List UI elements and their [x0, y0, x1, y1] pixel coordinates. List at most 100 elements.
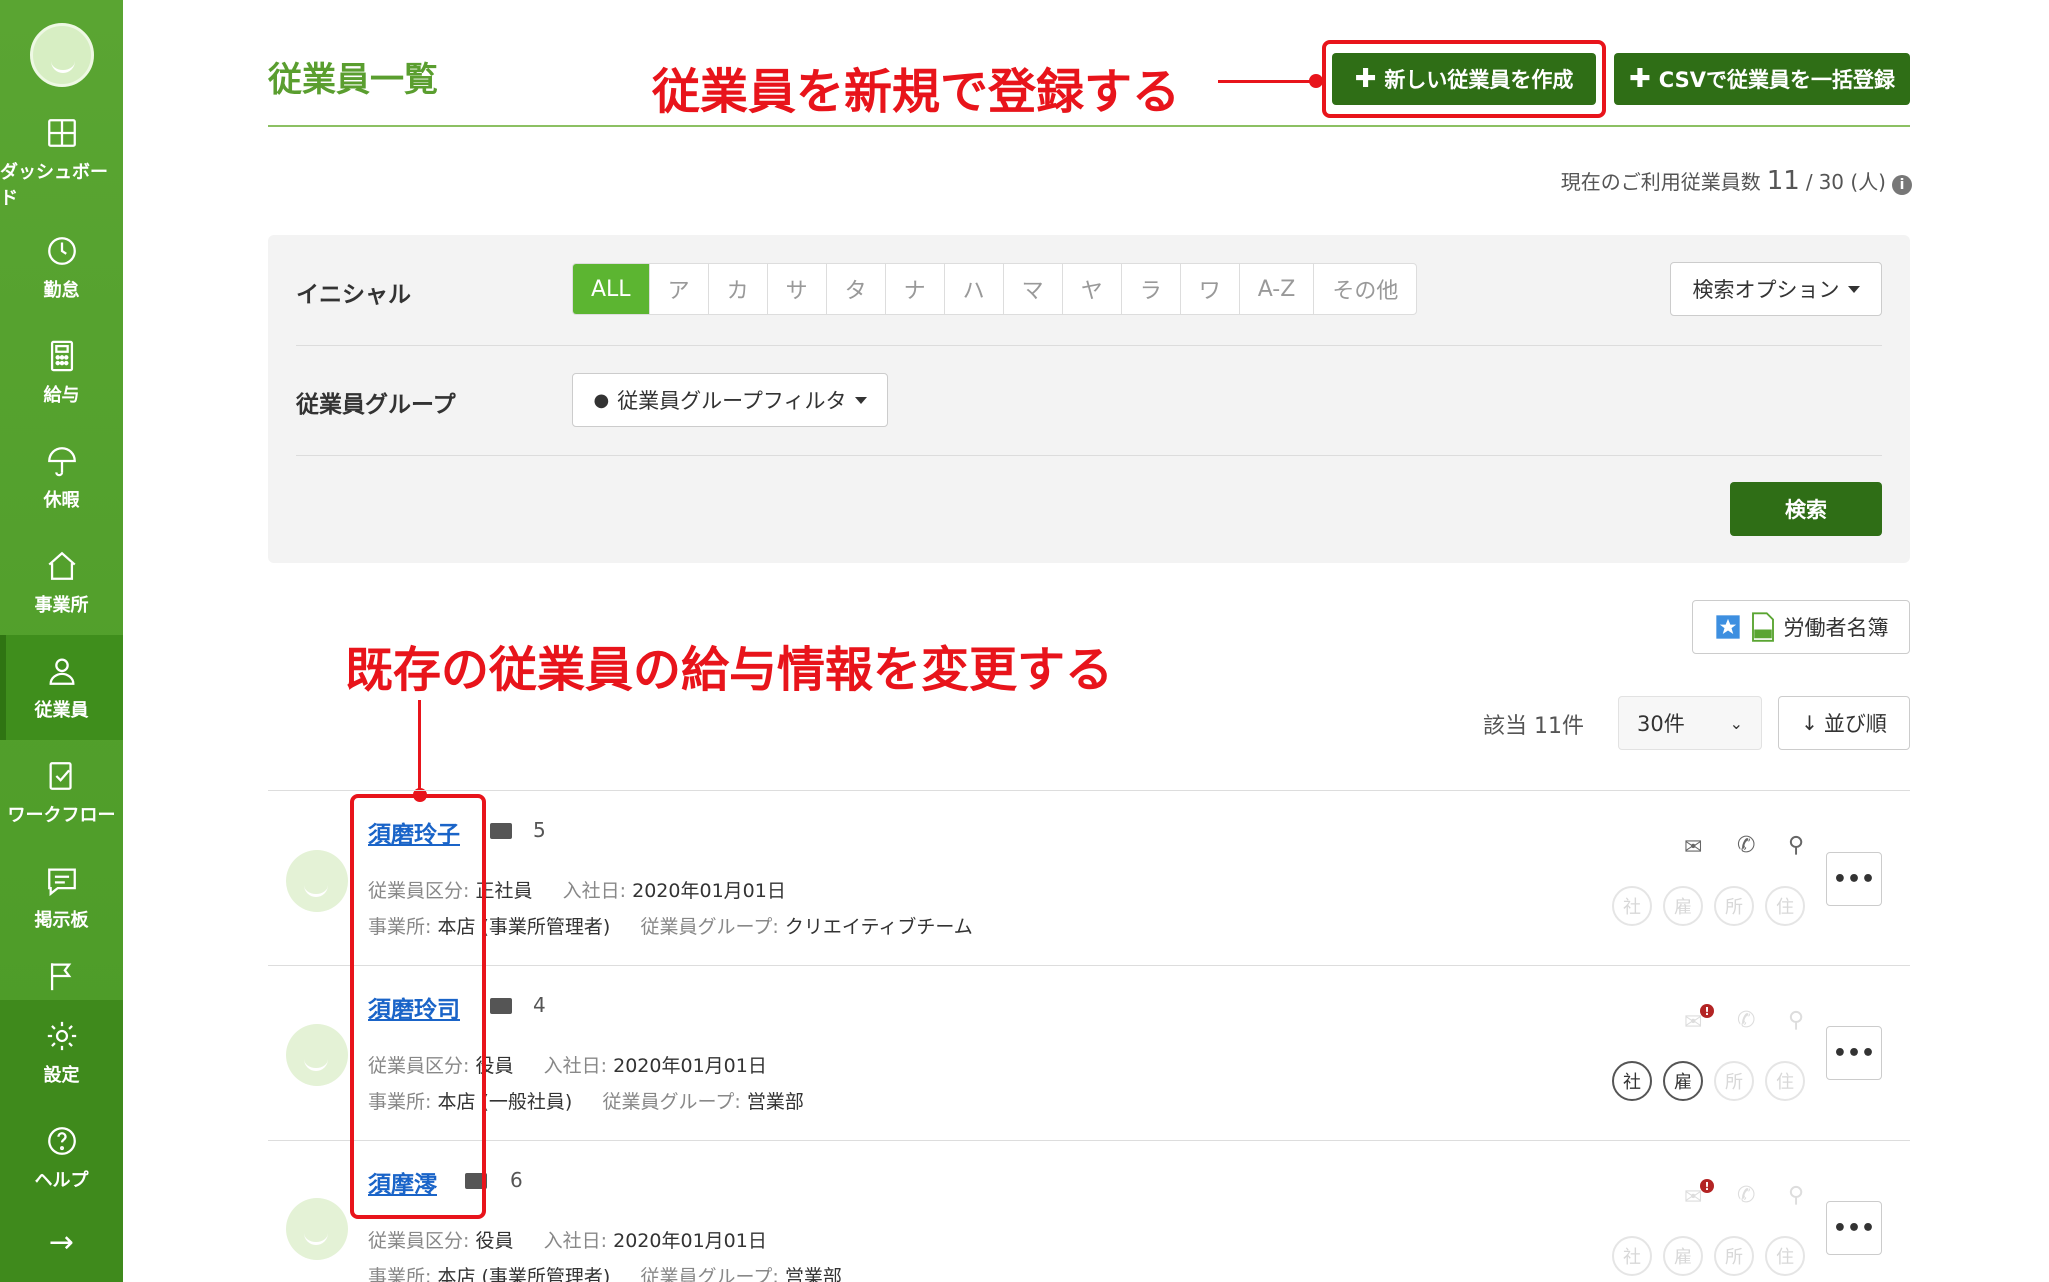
sidebar-item-leave[interactable]: 休暇 — [0, 425, 123, 530]
sidebar-item-help[interactable]: ヘルプ — [0, 1105, 123, 1210]
search-options-label: 検索オプション — [1692, 278, 1840, 302]
search-button-label: 検索 — [1785, 498, 1827, 522]
more-actions-button[interactable]: ••• — [1826, 1026, 1882, 1080]
phone-icon[interactable]: ✆ — [1737, 833, 1755, 858]
initial-option[interactable]: ア — [648, 264, 708, 314]
initial-option[interactable]: ワ — [1179, 264, 1239, 314]
per-page-select[interactable]: 30件 ⌄ — [1618, 696, 1762, 750]
more-actions-button[interactable]: ••• — [1826, 852, 1882, 906]
group-label: 従業員グループ: — [640, 1266, 779, 1282]
sort-button-label: 並び順 — [1823, 712, 1887, 736]
resident-tax-badge: 住 — [1765, 886, 1805, 926]
initial-option[interactable]: カ — [707, 264, 767, 314]
office-label: 事業所: — [368, 1266, 432, 1282]
sidebar-item-employees[interactable]: 従業員 — [0, 635, 123, 740]
employee-avatar — [286, 1024, 348, 1086]
page-title: 従業員一覧 — [268, 60, 438, 100]
initial-option[interactable]: ヤ — [1061, 264, 1121, 314]
sidebar-item-label: ダッシュボード — [0, 161, 108, 209]
employee-number: 6 — [510, 1168, 523, 1192]
search-options-dropdown[interactable]: 検索オプション — [1670, 262, 1882, 316]
initial-option[interactable]: その他 — [1313, 264, 1416, 314]
social-insurance-badge: 社 — [1612, 886, 1652, 926]
csv-import-button[interactable]: ✚ CSVで従業員を一括登録 — [1614, 53, 1910, 105]
social-insurance-badge: 社 — [1612, 1236, 1652, 1276]
chat-icon — [47, 868, 76, 896]
group-value: 営業部 — [746, 1091, 804, 1113]
sidebar-item-dashboard[interactable]: ダッシュボード — [0, 110, 123, 215]
sidebar-item-settings[interactable]: 設定 — [0, 1000, 123, 1105]
plus-icon: ✚ — [1629, 64, 1651, 94]
flag-icon — [50, 963, 71, 991]
sidebar-item-label: 設定 — [43, 1064, 80, 1086]
sidebar-item-attendance[interactable]: 勤怠 — [0, 215, 123, 320]
sort-button[interactable]: ↓ 並び順 — [1778, 696, 1910, 750]
employee-number: 5 — [533, 818, 546, 842]
annotation-change-salary: 既存の従業員の給与情報を変更する — [345, 642, 1114, 698]
phone-icon[interactable]: ✆ — [1737, 1008, 1755, 1033]
initial-option[interactable]: サ — [766, 264, 826, 314]
filter-divider — [296, 345, 1882, 346]
income-tax-badge: 所 — [1714, 886, 1754, 926]
employee-type: 役員 — [475, 1230, 514, 1252]
income-tax-badge: 所 — [1714, 1061, 1754, 1101]
resident-tax-badge: 住 — [1765, 1236, 1805, 1276]
initial-option-all[interactable]: ALL — [573, 264, 649, 314]
group-filter-dropdown[interactable]: ● 従業員グループフィルタ — [572, 373, 888, 427]
employment-insurance-badge: 雇 — [1663, 1236, 1703, 1276]
per-page-value: 30件 — [1637, 712, 1685, 736]
group-value: 営業部 — [784, 1266, 842, 1282]
phone-icon[interactable]: ✆ — [1737, 1183, 1755, 1208]
bookmark-star-icon — [1715, 615, 1740, 639]
usage-separator: / — [1805, 170, 1813, 194]
id-card-icon — [490, 823, 512, 839]
filter-panel: イニシャル ALL ア カ サ タ ナ ハ マ ヤ ラ ワ A-Z その他 検索… — [268, 235, 1910, 563]
arrow-right-icon[interactable]: → — [0, 1225, 123, 1260]
location-pin-icon[interactable]: ⚲ — [1788, 1008, 1804, 1033]
home-icon — [47, 551, 76, 580]
location-pin-icon[interactable]: ⚲ — [1788, 833, 1804, 858]
location-pin-icon[interactable]: ⚲ — [1788, 1183, 1804, 1208]
search-button[interactable]: 検索 — [1730, 482, 1882, 536]
alert-icon: ! — [1700, 1004, 1714, 1018]
more-actions-button[interactable]: ••• — [1826, 1201, 1882, 1255]
initial-option[interactable]: タ — [825, 264, 885, 314]
new-employee-button[interactable]: ✚ 新しい従業員を作成 — [1332, 53, 1596, 105]
initial-option[interactable]: マ — [1002, 264, 1062, 314]
group-filter-text: 従業員グループフィルタ — [617, 389, 847, 413]
sidebar-item-label: 従業員 — [34, 699, 89, 721]
group-label: 従業員グループ: — [602, 1091, 741, 1113]
employee-meta-line-2: 事業所: 本店 (事業所管理者) 従業員グループ: 営業部 — [368, 1262, 842, 1282]
mail-icon[interactable]: ✉ — [1684, 835, 1702, 860]
user-avatar[interactable] — [29, 23, 94, 87]
usage-limit: 30 (人) — [1818, 170, 1886, 194]
joined-date: 2020年01月01日 — [632, 880, 786, 902]
sidebar-item-board[interactable]: 掲示板 — [0, 845, 123, 950]
gear-icon — [47, 1021, 76, 1050]
labor-roster-button[interactable]: 労働者名簿 — [1692, 600, 1910, 654]
joined-label: 入社日: — [543, 1055, 608, 1077]
sidebar-avatar-area — [0, 0, 123, 110]
initial-option[interactable]: ナ — [884, 264, 944, 314]
csv-file-icon — [1751, 612, 1774, 642]
sidebar-item-label: 事業所 — [34, 594, 89, 616]
group-filter-label: 従業員グループ — [296, 392, 456, 418]
initial-filter-label: イニシャル — [296, 282, 411, 308]
usage-current: 11 — [1766, 166, 1800, 196]
info-icon[interactable]: i — [1892, 175, 1912, 195]
initial-option[interactable]: A-Z — [1238, 264, 1314, 314]
employment-insurance-badge: 雇 — [1663, 886, 1703, 926]
dashboard-icon — [47, 118, 76, 147]
help-icon — [47, 1126, 76, 1155]
person-icon — [49, 658, 74, 685]
initial-option[interactable]: ハ — [943, 264, 1003, 314]
joined-date: 2020年01月01日 — [613, 1230, 767, 1252]
sidebar-item-office[interactable]: 事業所 — [0, 530, 123, 635]
sidebar-item-payroll[interactable]: 給与 — [0, 320, 123, 425]
initial-option[interactable]: ラ — [1120, 264, 1180, 314]
sidebar-item-workflow[interactable]: ワークフロー — [0, 740, 123, 845]
clock-icon — [47, 236, 76, 265]
sort-icon: ↓ — [1801, 711, 1818, 735]
sidebar-item-label: ヘルプ — [34, 1169, 89, 1191]
initial-filter-group: ALL ア カ サ タ ナ ハ マ ヤ ラ ワ A-Z その他 — [572, 263, 1418, 315]
